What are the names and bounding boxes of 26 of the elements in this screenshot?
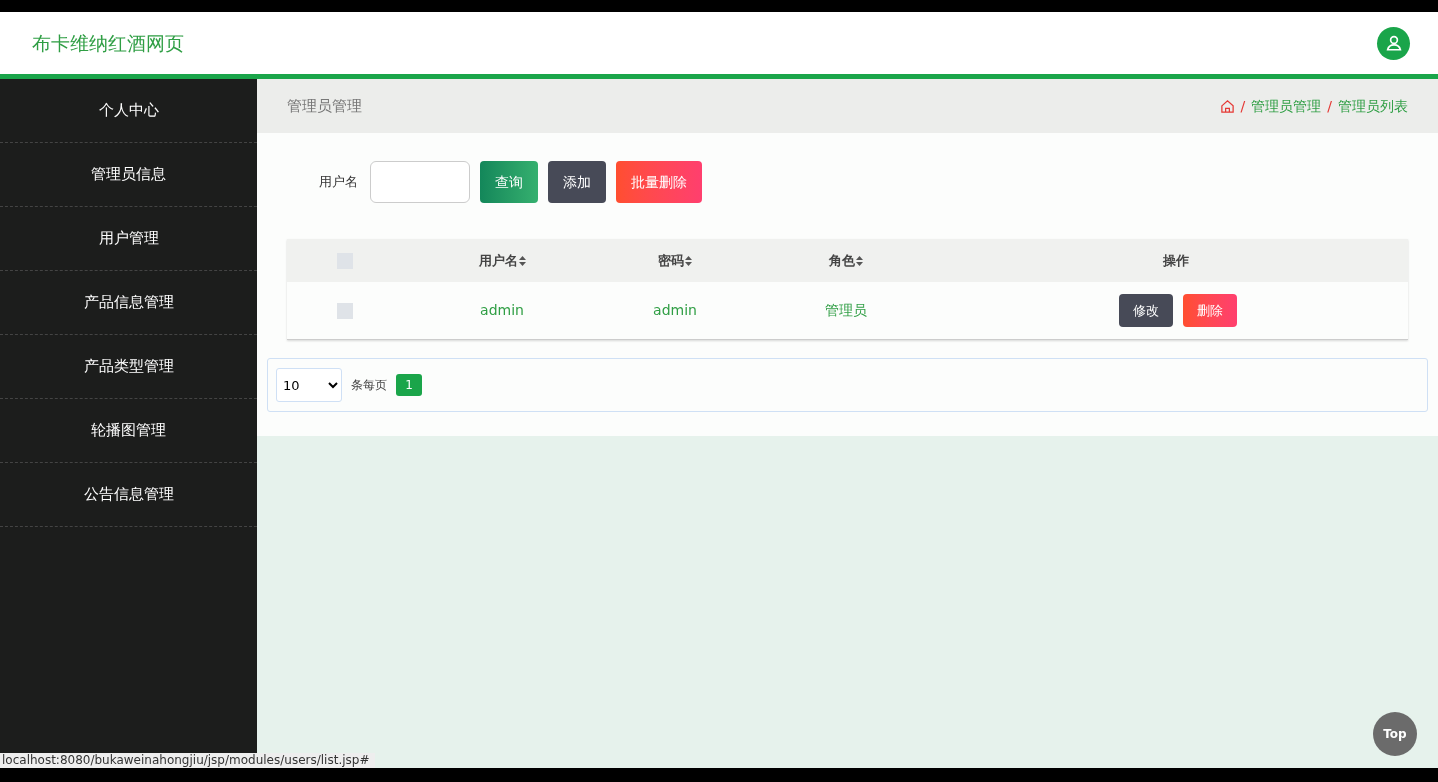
column-header[interactable]: 角色 — [829, 250, 863, 271]
status-url: localhost:8080/bukaweinahongjiu/jsp/modules/users/list.jsp# — [0, 753, 376, 768]
field-label: 用户名 — [319, 173, 358, 192]
home-icon[interactable] — [1219, 98, 1235, 114]
sort-icon — [685, 255, 692, 266]
sort-icon — [518, 255, 526, 266]
column-header[interactable]: 用户名 — [478, 250, 526, 271]
page-size-label: 条每页 — [351, 377, 387, 394]
site-title: 布卡维纳红酒网页 — [32, 30, 184, 56]
row-action-button[interactable]: 修改 — [1119, 294, 1173, 327]
column-header[interactable]: 密码 — [658, 250, 692, 271]
toolbar-button[interactable]: 添加 — [548, 161, 606, 203]
page-size-select[interactable]: 10 — [276, 368, 342, 402]
user-icon — [1384, 34, 1403, 52]
page-title: 管理员管理 — [287, 95, 362, 117]
breadcrumb-separator: / — [1327, 96, 1332, 116]
checkbox[interactable] — [336, 302, 353, 319]
user-avatar-button[interactable] — [1377, 26, 1410, 60]
breadcrumb-separator: / — [1240, 96, 1246, 116]
table-cell-text: admin — [480, 301, 524, 320]
column-header: 操作 — [1163, 251, 1189, 270]
sort-icon — [856, 255, 863, 266]
toolbar-button[interactable]: 查询 — [480, 161, 538, 203]
username-input[interactable] — [370, 161, 470, 203]
table-cell-text: admin — [653, 301, 697, 320]
table-cell-text: 管理员 — [825, 301, 867, 320]
